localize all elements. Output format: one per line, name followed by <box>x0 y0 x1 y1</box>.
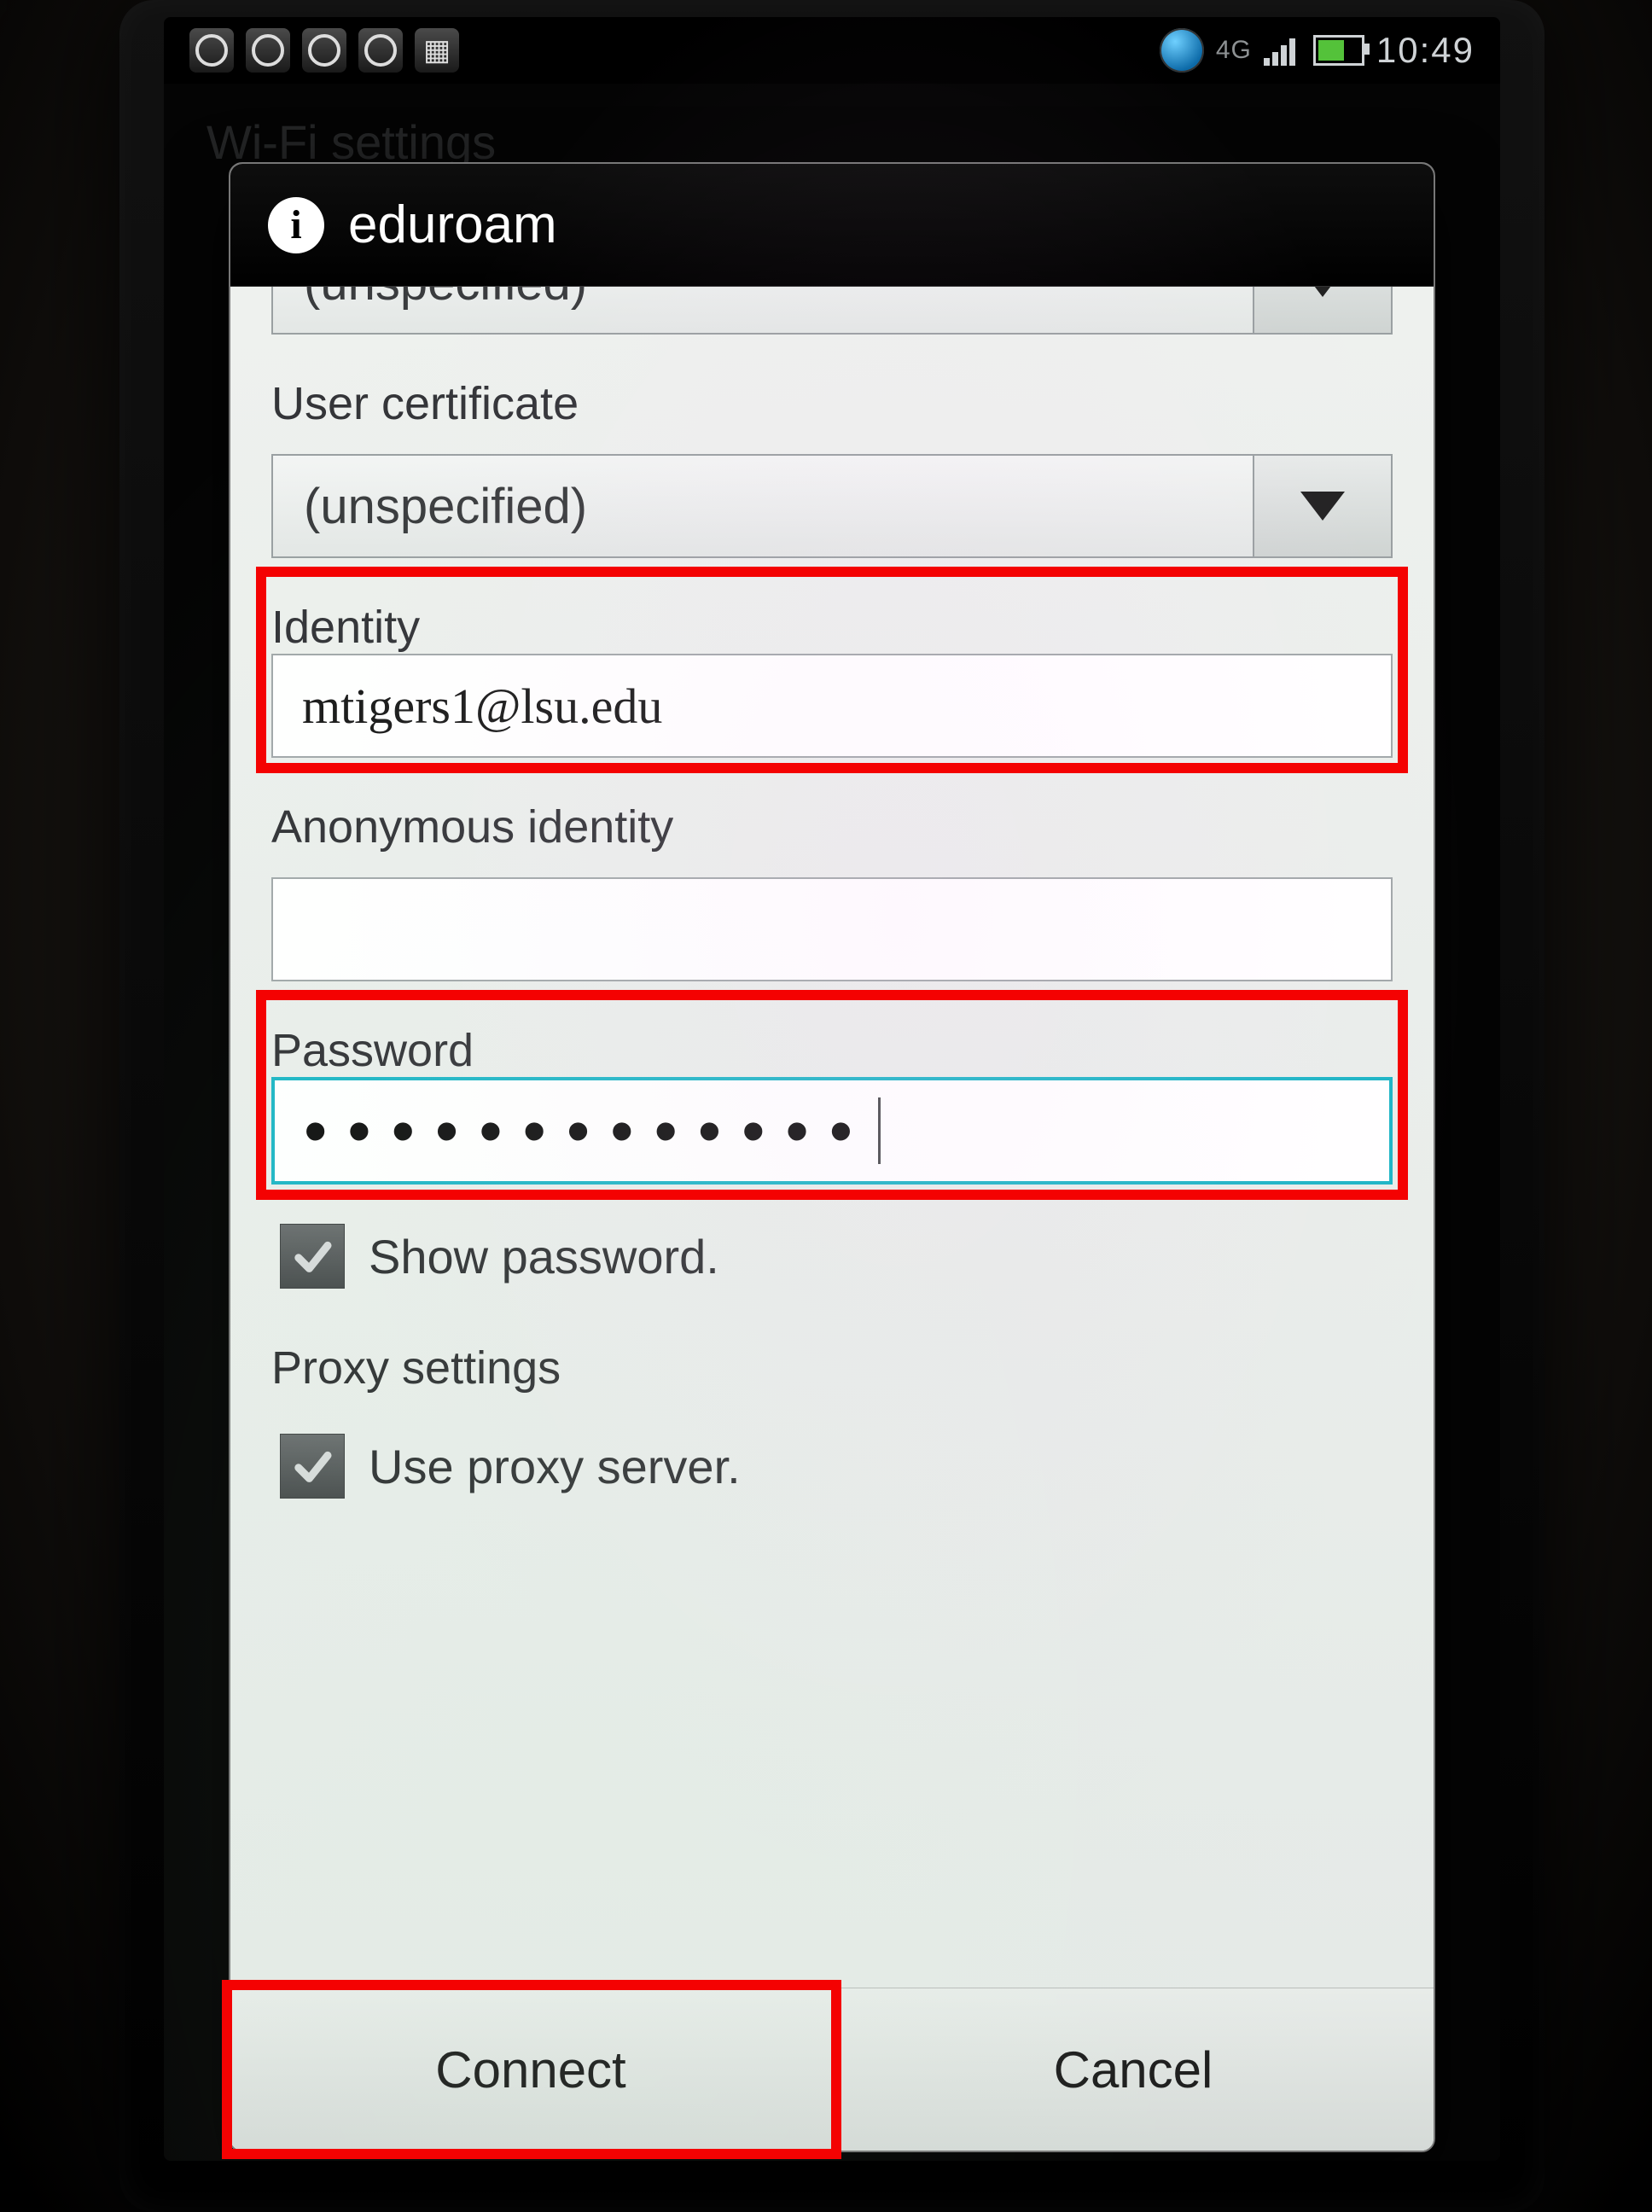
show-password-row[interactable]: Show password. <box>271 1224 1393 1289</box>
check-icon <box>289 1233 335 1279</box>
use-proxy-label: Use proxy server. <box>369 1439 741 1494</box>
anonymous-identity-input[interactable] <box>271 877 1393 981</box>
user-certificate-label: User certificate <box>271 377 1393 430</box>
notification-icon <box>189 28 234 73</box>
show-password-checkbox[interactable] <box>280 1224 345 1289</box>
notification-icon: ▦ <box>415 28 459 73</box>
user-certificate-value: (unspecified) <box>273 456 1253 556</box>
wifi-network-dialog: i eduroam (unspecified) User certificate… <box>229 162 1435 2152</box>
chevron-down-icon <box>1300 287 1345 297</box>
chevron-down-icon <box>1300 492 1345 521</box>
anonymous-identity-label: Anonymous identity <box>271 800 1393 853</box>
text-caret <box>878 1097 881 1164</box>
network-badge: 4G <box>1216 36 1252 65</box>
phone-screen: ▦ 4G 10:49 Wi-Fi settings i eduroam <box>164 17 1500 2161</box>
notification-icon <box>358 28 403 73</box>
info-icon: i <box>268 197 324 253</box>
ca-certificate-value: (unspecified) <box>273 287 1253 333</box>
dialog-footer: Connect Cancel <box>230 1988 1434 2151</box>
user-certificate-select[interactable]: (unspecified) <box>271 454 1393 558</box>
identity-input[interactable]: mtigers1@lsu.edu <box>271 654 1393 758</box>
notification-icon <box>246 28 290 73</box>
signal-icon <box>1264 35 1301 66</box>
battery-icon <box>1313 35 1364 66</box>
phone-body: ▦ 4G 10:49 Wi-Fi settings i eduroam <box>119 0 1544 2212</box>
password-label: Password <box>271 1024 1393 1077</box>
cancel-button-label: Cancel <box>1054 2040 1213 2099</box>
check-icon <box>289 1443 335 1489</box>
status-bar: ▦ 4G 10:49 <box>164 17 1500 84</box>
dialog-body[interactable]: (unspecified) User certificate (unspecif… <box>230 287 1434 1988</box>
cancel-button[interactable]: Cancel <box>833 1988 1434 2151</box>
ca-certificate-select[interactable]: (unspecified) <box>271 287 1393 335</box>
identity-value: mtigers1@lsu.edu <box>302 678 662 735</box>
password-input[interactable]: ••••••••••••• <box>271 1077 1393 1185</box>
use-proxy-checkbox[interactable] <box>280 1434 345 1499</box>
dropdown-button[interactable] <box>1253 287 1391 333</box>
show-password-label: Show password. <box>369 1229 719 1284</box>
dialog-title-bar: i eduroam <box>230 164 1434 287</box>
proxy-settings-label: Proxy settings <box>271 1342 1393 1394</box>
identity-label: Identity <box>271 601 1393 654</box>
clock: 10:49 <box>1376 30 1475 71</box>
password-masked: ••••••••••••• <box>304 1097 873 1164</box>
globe-icon <box>1160 28 1204 73</box>
connect-button-label: Connect <box>435 2040 625 2099</box>
dialog-title: eduroam <box>348 195 557 255</box>
use-proxy-row[interactable]: Use proxy server. <box>271 1434 1393 1499</box>
connect-button[interactable]: Connect <box>230 1988 833 2151</box>
notification-icon <box>302 28 346 73</box>
dropdown-button[interactable] <box>1253 456 1391 556</box>
